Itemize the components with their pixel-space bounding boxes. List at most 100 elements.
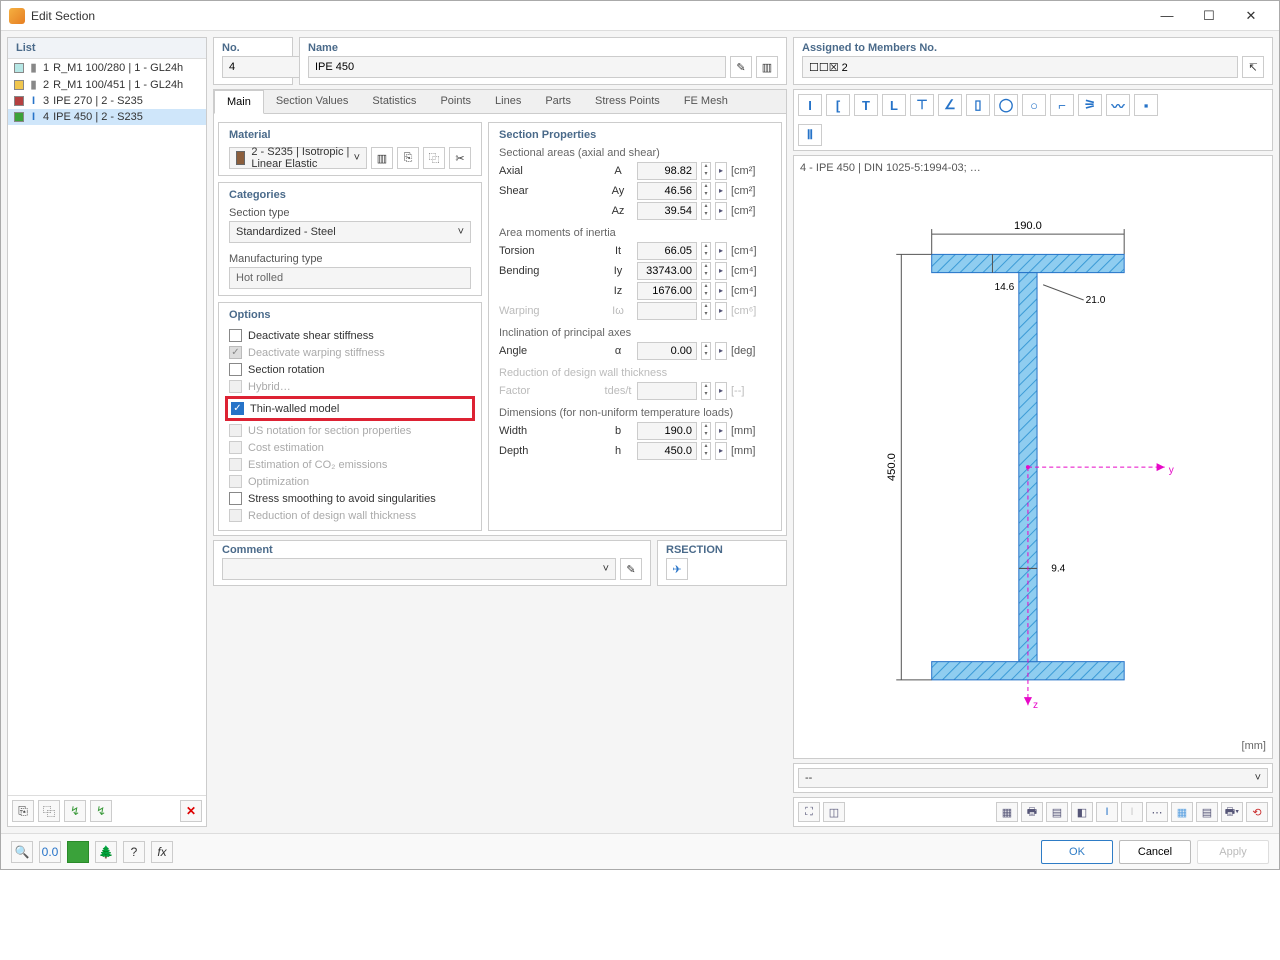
color-button[interactable]	[67, 841, 89, 863]
tool-10-button[interactable]: 🖶▾	[1221, 802, 1243, 822]
spinner[interactable]: ▴▾	[701, 422, 711, 440]
help-button[interactable]: 🔍	[11, 841, 33, 863]
shape-icon-3[interactable]: L	[882, 94, 906, 116]
tool-ibeam-button[interactable]: I	[1096, 802, 1118, 822]
prop-value-input[interactable]	[637, 342, 697, 360]
tool-7-button[interactable]: ⋯	[1146, 802, 1168, 822]
shape-icon-extra[interactable]: Ⅱ	[798, 124, 822, 146]
shape-icon-4[interactable]: ⊤	[910, 94, 934, 116]
shape-icon-2[interactable]: T	[854, 94, 878, 116]
tab-parts[interactable]: Parts	[533, 90, 583, 113]
minimize-button[interactable]: —	[1147, 3, 1187, 29]
prop-value-input[interactable]	[637, 282, 697, 300]
tool-b-button[interactable]: ↯	[90, 800, 112, 822]
apply-button[interactable]: Apply	[1197, 840, 1269, 864]
spinner[interactable]: ▴▾	[701, 342, 711, 360]
spinner[interactable]: ▴▾	[701, 242, 711, 260]
tool-refresh-button[interactable]: ⟲	[1246, 802, 1268, 822]
prop-value-input[interactable]	[637, 242, 697, 260]
tool-grid-button[interactable]: ▦	[1171, 802, 1193, 822]
play-button[interactable]: ▸	[715, 182, 727, 200]
delete-item-button[interactable]: ✕	[180, 800, 202, 822]
tool-1-button[interactable]: ▦	[996, 802, 1018, 822]
view-clip-button[interactable]: ◫	[823, 802, 845, 822]
play-button[interactable]: ▸	[715, 202, 727, 220]
tab-statistics[interactable]: Statistics	[360, 90, 428, 113]
material-select[interactable]: 2 - S235 | Isotropic | Linear Elastic ˅	[229, 147, 367, 169]
spinner[interactable]: ▴▾	[701, 182, 711, 200]
section-type-select[interactable]: Standardized - Steel˅	[229, 221, 471, 243]
tab-main[interactable]: Main	[214, 90, 264, 114]
material-lib-button[interactable]: ▥	[371, 147, 393, 169]
spinner[interactable]: ▴▾	[701, 262, 711, 280]
tab-lines[interactable]: Lines	[483, 90, 533, 113]
tool-9-button[interactable]: ▤	[1196, 802, 1218, 822]
name-input[interactable]	[308, 56, 726, 78]
shape-icon-10[interactable]: ⚞	[1078, 94, 1102, 116]
view-select[interactable]: --˅	[798, 768, 1268, 788]
shape-icon-0[interactable]: I	[798, 94, 822, 116]
close-button[interactable]: ✕	[1231, 3, 1271, 29]
tab-fe-mesh[interactable]: FE Mesh	[672, 90, 740, 113]
spinner[interactable]: ▴▾	[701, 442, 711, 460]
list-item[interactable]: ▮ 2 R_M1 100/451 | 1 - GL24h	[8, 76, 206, 93]
shape-icon-8[interactable]: ○	[1022, 94, 1046, 116]
option-deactivate-shear-stiffness[interactable]: Deactivate shear stiffness	[229, 327, 471, 344]
cancel-button[interactable]: Cancel	[1119, 840, 1191, 864]
name-library-button[interactable]: ▥	[756, 56, 778, 78]
play-button[interactable]: ▸	[715, 422, 727, 440]
assigned-pick-button[interactable]: ↸	[1242, 56, 1264, 78]
info-button[interactable]: ?	[123, 841, 145, 863]
tool-3-button[interactable]: ▤	[1046, 802, 1068, 822]
prop-value-input[interactable]	[637, 182, 697, 200]
assigned-input[interactable]	[802, 56, 1238, 78]
play-button[interactable]: ▸	[715, 262, 727, 280]
tool-6-button[interactable]: I	[1121, 802, 1143, 822]
rsection-button[interactable]: ✈	[666, 558, 688, 580]
tool-a-button[interactable]: ↯	[64, 800, 86, 822]
option-section-rotation[interactable]: Section rotation	[229, 361, 471, 378]
material-new-button[interactable]: ⎘	[397, 147, 419, 169]
comment-select[interactable]: ˅	[222, 558, 616, 580]
ok-button[interactable]: OK	[1041, 840, 1113, 864]
comment-edit-button[interactable]: ✎	[620, 558, 642, 580]
tab-stress-points[interactable]: Stress Points	[583, 90, 672, 113]
prop-value-input[interactable]	[637, 442, 697, 460]
list-item[interactable]: I 3 IPE 270 | 2 - S235	[8, 93, 206, 109]
shape-icon-7[interactable]: ◯	[994, 94, 1018, 116]
option-thin-walled-model[interactable]: ✓Thin-walled model	[231, 400, 469, 417]
tab-section-values[interactable]: Section Values	[264, 90, 361, 113]
prop-value-input[interactable]	[637, 422, 697, 440]
tree-button[interactable]: 🌲	[95, 841, 117, 863]
tool-print-button[interactable]: 🖶	[1021, 802, 1043, 822]
list-item[interactable]: ▮ 1 R_M1 100/280 | 1 - GL24h	[8, 59, 206, 76]
copy-item-button[interactable]: ⿻	[38, 800, 60, 822]
fx-button[interactable]: fx	[151, 841, 173, 863]
tool-4-button[interactable]: ◧	[1071, 802, 1093, 822]
play-button[interactable]: ▸	[715, 342, 727, 360]
prop-value-input[interactable]	[637, 202, 697, 220]
shape-icon-12[interactable]: ▪	[1134, 94, 1158, 116]
shape-icon-9[interactable]: ⌐	[1050, 94, 1074, 116]
play-button[interactable]: ▸	[715, 282, 727, 300]
spinner[interactable]: ▴▾	[701, 202, 711, 220]
play-button[interactable]: ▸	[715, 162, 727, 180]
prop-value-input[interactable]	[637, 162, 697, 180]
prop-value-input[interactable]	[637, 262, 697, 280]
shape-icon-5[interactable]: ∠	[938, 94, 962, 116]
spinner[interactable]: ▴▾	[701, 282, 711, 300]
spinner[interactable]: ▴▾	[701, 162, 711, 180]
maximize-button[interactable]: ☐	[1189, 3, 1229, 29]
shape-icon-6[interactable]: ▯	[966, 94, 990, 116]
list-item[interactable]: I 4 IPE 450 | 2 - S235	[8, 109, 206, 125]
shape-icon-11[interactable]: 〰	[1106, 94, 1130, 116]
option-stress-smoothing-to-avoid-singularities[interactable]: Stress smoothing to avoid singularities	[229, 490, 471, 507]
material-copy-button[interactable]: ⿻	[423, 147, 445, 169]
calc-button[interactable]: 0.0	[39, 841, 61, 863]
view-fit-button[interactable]: ⛶	[798, 802, 820, 822]
play-button[interactable]: ▸	[715, 242, 727, 260]
play-button[interactable]: ▸	[715, 442, 727, 460]
name-edit-button[interactable]: ✎	[730, 56, 752, 78]
new-item-button[interactable]: ⎘	[12, 800, 34, 822]
tab-points[interactable]: Points	[428, 90, 483, 113]
